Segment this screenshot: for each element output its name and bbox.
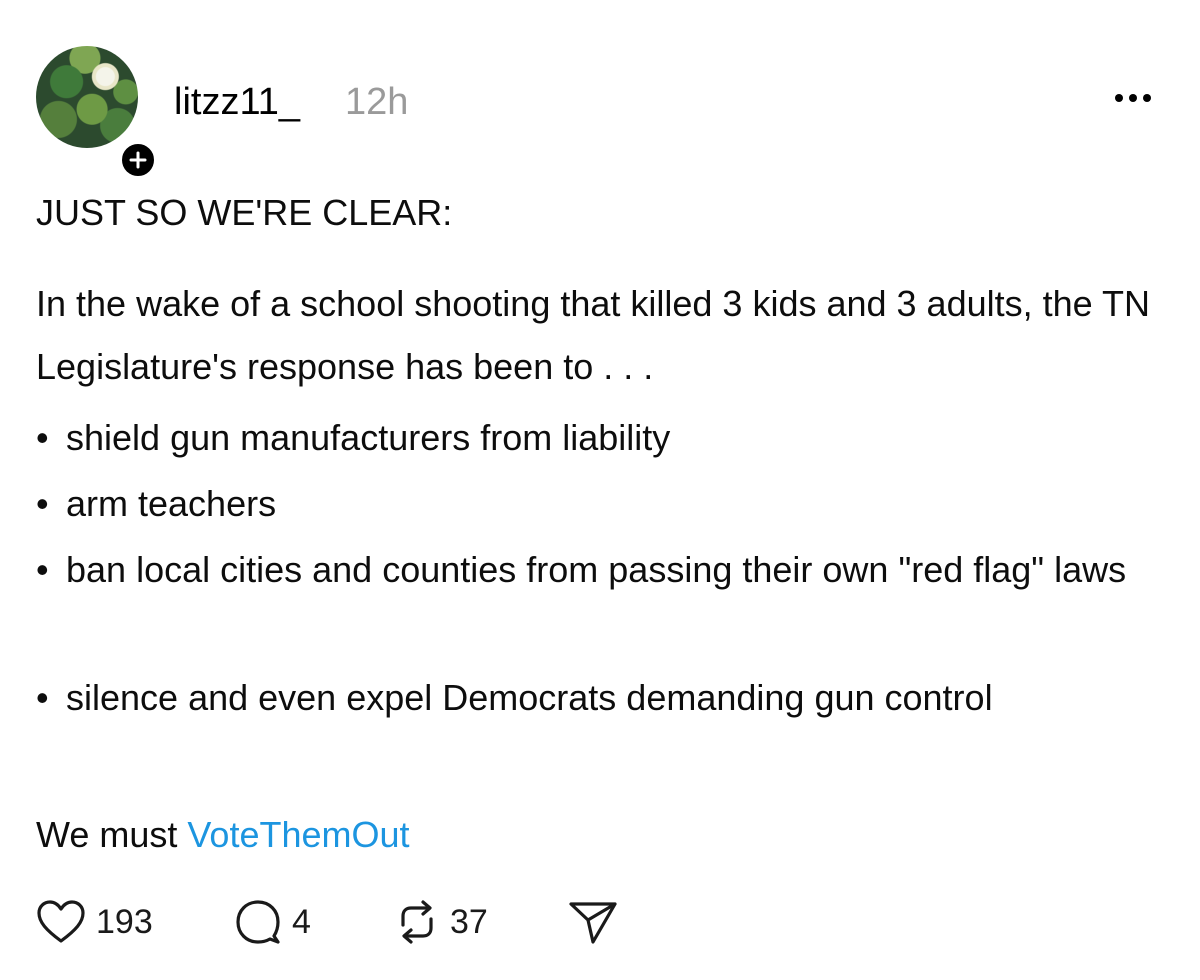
bullet-marker: • <box>36 677 49 718</box>
repost-count: 37 <box>450 902 488 941</box>
plus-icon <box>129 151 147 169</box>
heart-icon <box>37 900 85 943</box>
follow-plus-icon[interactable] <box>118 140 158 180</box>
post-author-avatar[interactable] <box>36 46 158 180</box>
reply-count: 4 <box>292 902 311 941</box>
username[interactable]: litzz11_ <box>174 80 300 124</box>
list-item-text: arm teachers <box>66 483 277 524</box>
share-button[interactable] <box>568 897 618 947</box>
reply-button[interactable]: 4 <box>234 897 311 947</box>
more-options-button[interactable] <box>1108 86 1158 110</box>
like-button[interactable]: 193 <box>36 897 153 947</box>
like-count: 193 <box>96 902 153 941</box>
list-item: • ban local cities and counties from pass… <box>36 538 1166 601</box>
more-dots-icon <box>1129 94 1137 102</box>
post-actions: 193 4 37 <box>36 897 656 947</box>
post-closing: We must VoteThemOut <box>36 808 410 862</box>
avatar[interactable] <box>36 46 138 148</box>
comment-icon <box>236 900 280 944</box>
list-item-text: silence and even expel Democrats demandi… <box>66 677 993 718</box>
list-item-text: ban local cities and counties from passi… <box>66 549 1127 590</box>
repost-icon <box>401 900 433 944</box>
post-intro: In the wake of a school shooting that ki… <box>36 283 1151 387</box>
repost-button[interactable]: 37 <box>394 897 488 947</box>
list-item-text: shield gun manufacturers from liability <box>66 417 671 458</box>
closing-text: We must <box>36 814 178 855</box>
list-item: • arm teachers <box>36 472 1166 535</box>
more-dots-icon <box>1115 94 1123 102</box>
post-headline: JUST SO WE'RE CLEAR: <box>36 192 453 233</box>
list-item: • shield gun manufacturers from liability <box>36 406 1166 469</box>
hashtag-link[interactable]: VoteThemOut <box>187 814 409 855</box>
send-icon <box>569 902 617 944</box>
list-item: • silence and even expel Democrats demand… <box>36 666 1166 729</box>
bullet-marker: • <box>36 483 49 524</box>
more-dots-icon <box>1143 94 1151 102</box>
bullet-marker: • <box>36 417 49 458</box>
bullet-marker: • <box>36 549 49 590</box>
post-timestamp: 12h <box>345 81 409 123</box>
